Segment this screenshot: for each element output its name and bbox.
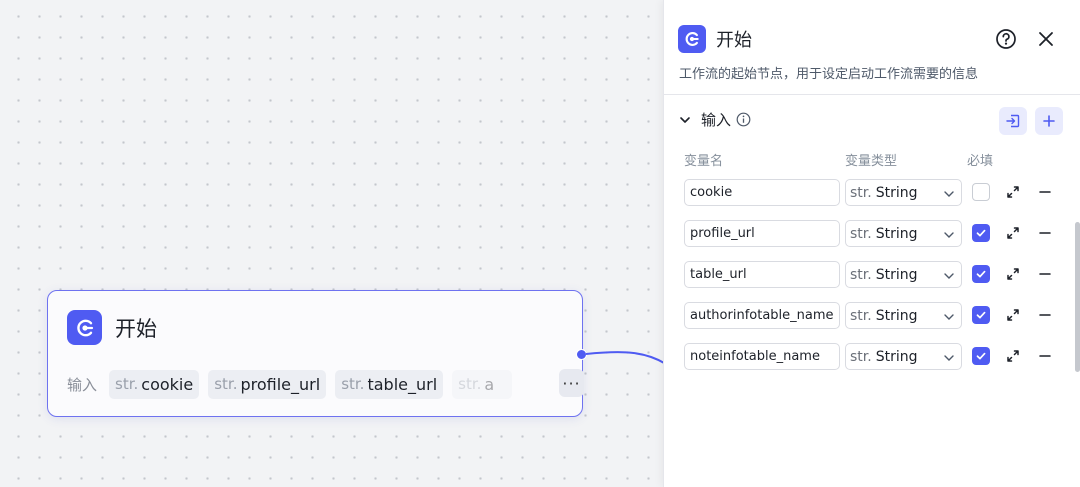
type-prefix: str.	[850, 266, 872, 283]
variable-row: str. String	[684, 220, 1074, 247]
variable-type-select[interactable]: str. String	[845, 220, 962, 247]
required-checkbox[interactable]	[972, 265, 990, 283]
info-icon[interactable]	[736, 112, 751, 127]
chevron-down-icon	[944, 191, 954, 197]
type-prefix: str.	[850, 348, 872, 365]
variable-row: str. String	[684, 179, 1074, 206]
start-node-icon	[678, 25, 706, 53]
check-icon	[976, 352, 986, 360]
column-header-name: 变量名	[684, 154, 724, 169]
required-checkbox[interactable]	[972, 183, 990, 201]
variable-name-input[interactable]	[684, 261, 840, 288]
panel-title: 开始	[716, 30, 752, 51]
node-header: 开始	[67, 310, 157, 345]
chevron-down-icon	[944, 232, 954, 238]
minus-icon[interactable]	[1037, 307, 1053, 323]
question-circle-icon[interactable]	[995, 28, 1017, 50]
type-prefix: str.	[850, 184, 872, 201]
expand-icon[interactable]	[1005, 348, 1021, 364]
minus-icon[interactable]	[1037, 225, 1053, 241]
node-title: 开始	[115, 316, 157, 341]
node-config-panel: 开始 工作流的起始节点，用于设定启动工作流需要的信息 输入 变量名 变量类型 必…	[663, 0, 1080, 487]
variable-row: str. String	[684, 302, 1074, 329]
input-chip-table-url: str. table_url	[335, 369, 444, 399]
variable-name-input[interactable]	[684, 179, 840, 206]
plus-icon	[1043, 115, 1055, 127]
input-chip-cookie: str. cookie	[109, 369, 200, 399]
node-inputs-label: 输入	[67, 375, 98, 394]
start-node[interactable]: 开始 输入 str. cookie str. profile_url str. …	[47, 290, 584, 417]
chevron-down-icon	[944, 273, 954, 279]
variable-type-select[interactable]: str. String	[845, 261, 962, 288]
chip-type: str.	[458, 375, 482, 393]
chip-name: profile_url	[240, 374, 321, 394]
check-icon	[976, 311, 986, 319]
type-value: String	[875, 184, 918, 201]
type-prefix: str.	[850, 307, 872, 324]
type-value: String	[875, 266, 918, 283]
type-value: String	[875, 348, 918, 365]
inputs-section-title: 输入	[701, 111, 732, 129]
import-icon	[1006, 114, 1020, 128]
type-value: String	[875, 307, 918, 324]
variable-type-select[interactable]: str. String	[845, 179, 962, 206]
import-variables-button[interactable]	[999, 107, 1027, 135]
chip-type: str.	[214, 375, 238, 393]
expand-icon[interactable]	[1005, 225, 1021, 241]
variable-row: str. String	[684, 343, 1074, 370]
panel-header: 开始	[678, 25, 752, 53]
input-chip-profile-url: str. profile_url	[208, 369, 327, 399]
chip-name: table_url	[367, 374, 438, 394]
expand-icon[interactable]	[1005, 307, 1021, 323]
chevron-down-icon	[944, 355, 954, 361]
connection-edge	[586, 351, 666, 365]
inputs-section-header[interactable]: 输入	[678, 109, 751, 130]
chip-type: str.	[115, 375, 139, 393]
close-icon[interactable]	[1036, 29, 1056, 49]
required-checkbox[interactable]	[972, 224, 990, 242]
chip-name: cookie	[141, 374, 194, 394]
chip-type: str.	[341, 375, 365, 393]
panel-description: 工作流的起始节点，用于设定启动工作流需要的信息	[679, 67, 979, 82]
type-prefix: str.	[850, 225, 872, 242]
variable-type-select[interactable]: str. String	[845, 302, 962, 329]
add-variable-button[interactable]	[1035, 107, 1063, 135]
required-checkbox[interactable]	[972, 347, 990, 365]
node-inputs-row: 输入 str. cookie str. profile_url str. tab…	[67, 369, 556, 399]
input-chip-truncated: str. a	[452, 369, 513, 399]
minus-icon[interactable]	[1037, 348, 1053, 364]
panel-divider	[664, 94, 1080, 95]
chip-name: a	[484, 374, 495, 394]
variable-name-input[interactable]	[684, 302, 840, 329]
variable-name-input[interactable]	[684, 343, 840, 370]
chevron-down-icon[interactable]	[678, 113, 692, 127]
expand-icon[interactable]	[1005, 184, 1021, 200]
variable-row: str. String	[684, 261, 1074, 288]
panel-scrollbar[interactable]	[1075, 222, 1080, 372]
column-header-required: 必填	[967, 154, 994, 169]
expand-icon[interactable]	[1005, 266, 1021, 282]
chevron-down-icon	[944, 314, 954, 320]
start-node-icon	[67, 310, 102, 345]
type-value: String	[875, 225, 918, 242]
variable-type-select[interactable]: str. String	[845, 343, 962, 370]
minus-icon[interactable]	[1037, 266, 1053, 282]
minus-icon[interactable]	[1037, 184, 1053, 200]
check-icon	[976, 229, 986, 237]
column-header-type: 变量类型	[845, 154, 898, 169]
variable-name-input[interactable]	[684, 220, 840, 247]
check-icon	[976, 270, 986, 278]
more-inputs-button[interactable]: ···	[559, 369, 584, 397]
required-checkbox[interactable]	[972, 306, 990, 324]
